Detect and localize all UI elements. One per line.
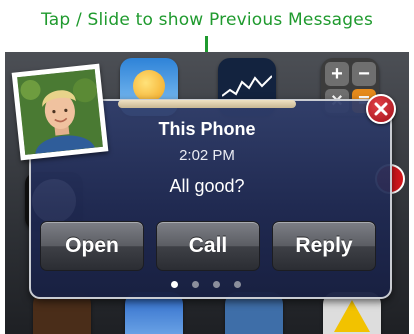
page-dot-3[interactable] <box>213 281 220 288</box>
close-icon[interactable] <box>366 94 396 124</box>
page-dot-4[interactable] <box>234 281 241 288</box>
message-time: 2:02 PM <box>179 147 235 164</box>
sender-name: This Phone <box>158 119 256 139</box>
open-button[interactable]: Open <box>40 221 144 271</box>
message-text: All good? <box>169 176 245 196</box>
reply-button[interactable]: Reply <box>272 221 376 271</box>
avatar <box>11 63 109 161</box>
annotation-caption: Tap / Slide to show Previous Messages <box>40 10 374 30</box>
call-button[interactable]: Call <box>156 221 260 271</box>
page-dot-2[interactable] <box>192 281 199 288</box>
contact-photo-icon <box>17 69 103 155</box>
previous-messages-handle[interactable] <box>118 100 296 108</box>
page-dot-1[interactable] <box>171 281 178 288</box>
page-indicator[interactable] <box>171 281 245 289</box>
